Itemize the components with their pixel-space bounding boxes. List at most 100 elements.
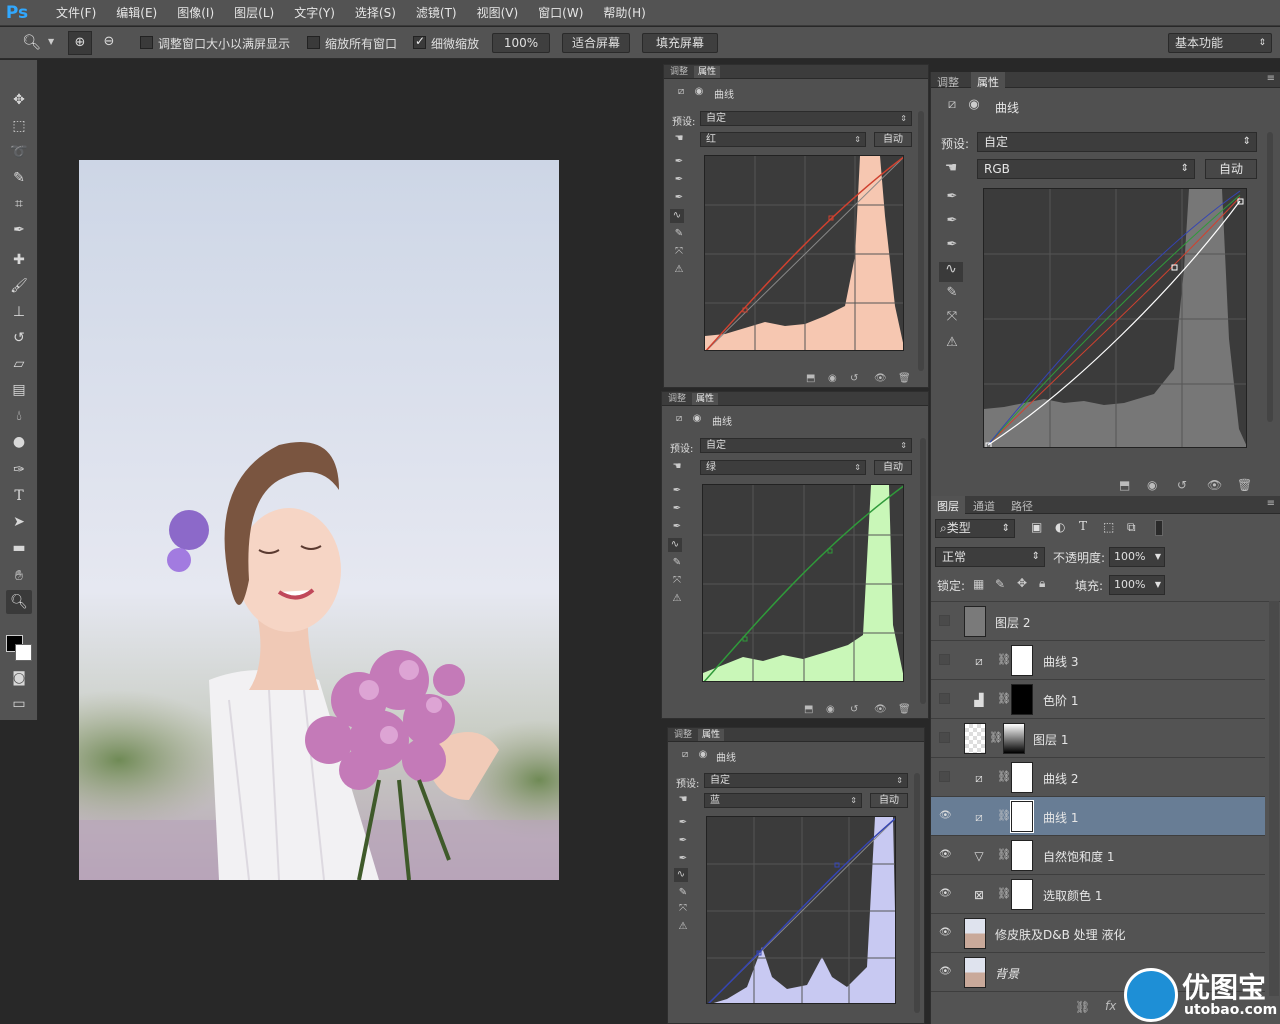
trash-icon[interactable]: 🗑︎ — [898, 704, 911, 715]
pen-tool-icon[interactable]: ✑ — [6, 458, 32, 482]
scrollbar[interactable] — [918, 111, 924, 371]
preset-select[interactable]: 自定 ⇕ — [704, 773, 908, 788]
quick-mask-icon[interactable]: ◙ — [6, 666, 32, 690]
marquee-tool-icon[interactable]: ⬚ — [6, 114, 32, 138]
curve-graph-rgb[interactable] — [983, 188, 1247, 448]
filter-toggle-icon[interactable] — [1155, 520, 1163, 536]
smooth-icon[interactable]: ⤧ — [943, 310, 961, 328]
auto-button[interactable]: 自动 — [870, 793, 908, 808]
view-previous-icon[interactable]: ◉ — [826, 704, 835, 715]
view-previous-icon[interactable]: ◉ — [1147, 478, 1157, 492]
zoom-tool-icon[interactable]: 🔍︎ — [6, 590, 32, 614]
visibility-toggle[interactable] — [939, 615, 950, 626]
visibility-eye-icon[interactable]: 👁︎ — [939, 967, 952, 977]
curve-graph-red[interactable] — [704, 155, 904, 351]
channel-select[interactable]: 蓝 ⇕ — [704, 793, 862, 808]
opacity-field[interactable]: 100% ▼ — [1109, 547, 1165, 567]
eyedropper-black-icon[interactable]: ✒ — [670, 484, 684, 498]
smooth-icon[interactable]: ⤧ — [676, 902, 690, 916]
path-select-tool-icon[interactable]: ➤ — [6, 510, 32, 534]
visibility-toggle[interactable] — [939, 732, 950, 743]
background-color-swatch[interactable] — [15, 644, 32, 661]
workspace-select[interactable]: 基本功能 ⇕ — [1168, 33, 1272, 53]
menu-edit[interactable]: 编辑(E) — [106, 0, 167, 26]
smooth-icon[interactable]: ⤧ — [670, 574, 684, 588]
auto-button[interactable]: 自动 — [874, 460, 912, 475]
layer-row[interactable]: 👁︎ ▽ ⛓ 自然饱和度 1 — [931, 836, 1265, 875]
channel-select[interactable]: 红 ⇕ — [700, 132, 866, 147]
type-tool-icon[interactable]: T — [6, 484, 32, 508]
eyedropper-black-icon[interactable]: ✒ — [943, 190, 961, 208]
chevron-down-icon[interactable]: ▼ — [48, 37, 54, 46]
curve-edit-icon[interactable]: ∿ — [939, 262, 963, 282]
zoom-all-checkbox[interactable] — [307, 36, 320, 49]
fit-screen-button[interactable]: 适合屏幕 — [562, 33, 630, 53]
eyedropper-gray-icon[interactable]: ✒ — [943, 214, 961, 232]
lasso-tool-icon[interactable]: ➰ — [6, 140, 32, 164]
layer-row[interactable]: ⧄ ⛓ 曲线 3 — [931, 641, 1265, 680]
layer-row-selected[interactable]: 👁︎ ⧄ ⛓ 曲线 1 — [931, 797, 1265, 836]
visibility-toggle[interactable] — [939, 693, 950, 704]
clip-to-layer-icon[interactable]: ⬒ — [1119, 478, 1130, 492]
zoom-tool-icon[interactable]: 🔍︎ — [22, 33, 41, 51]
reset-icon[interactable]: ↺ — [1177, 478, 1187, 492]
target-adjust-icon[interactable]: ☚ — [670, 460, 684, 474]
scrollbar[interactable] — [1267, 132, 1273, 422]
layer-row[interactable]: 👁︎ 修皮肤及D&B 处理 液化 — [931, 914, 1265, 953]
lock-transparent-icon[interactable]: ▦ — [973, 577, 984, 591]
layer-row[interactable]: ⧄ ⛓ 曲线 2 — [931, 758, 1265, 797]
pencil-icon[interactable]: ✎ — [943, 286, 961, 304]
curve-edit-icon[interactable]: ∿ — [670, 209, 684, 223]
resize-windows-checkbox[interactable] — [140, 36, 153, 49]
tab-paths[interactable]: 路径 — [1011, 498, 1033, 514]
trash-icon[interactable]: 🗑︎ — [1237, 478, 1252, 492]
document-canvas[interactable] — [79, 160, 559, 880]
auto-button[interactable]: 自动 — [874, 132, 912, 147]
brush-tool-icon[interactable]: 🖌︎ — [6, 274, 32, 298]
reset-icon[interactable]: ↺ — [850, 373, 858, 384]
tab-layers[interactable]: 图层 — [931, 496, 965, 516]
eyedropper-gray-icon[interactable]: ✒ — [676, 834, 690, 848]
zoom-100-button[interactable]: 100% — [492, 33, 550, 53]
visibility-eye-icon[interactable]: 👁︎ — [874, 704, 887, 715]
eyedropper-white-icon[interactable]: ✒ — [676, 852, 690, 866]
kind-filter-select[interactable]: ⌕类型 ⇕ — [935, 519, 1015, 538]
pencil-icon[interactable]: ✎ — [672, 227, 686, 241]
auto-button[interactable]: 自动 — [1205, 159, 1257, 179]
menu-image[interactable]: 图像(I) — [167, 0, 224, 26]
curve-edit-icon[interactable]: ∿ — [674, 868, 688, 882]
menu-file[interactable]: 文件(F) — [46, 0, 106, 26]
eyedropper-tool-icon[interactable]: ✒ — [6, 218, 32, 242]
healing-brush-tool-icon[interactable]: ✚ — [6, 248, 32, 272]
reset-icon[interactable]: ↺ — [850, 704, 858, 715]
clipping-warning-icon[interactable]: ⚠ — [943, 336, 961, 354]
menu-type[interactable]: 文字(Y) — [284, 0, 345, 26]
blur-tool-icon[interactable]: 💧︎ — [6, 404, 32, 428]
zoom-in-icon[interactable]: ⊕ — [68, 31, 92, 55]
curve-edit-icon[interactable]: ∿ — [668, 538, 682, 552]
quick-select-tool-icon[interactable]: ✎ — [6, 166, 32, 190]
tab-adjustments[interactable]: 调整 — [666, 66, 692, 78]
curve-graph-blue[interactable] — [706, 816, 896, 1004]
lock-image-icon[interactable]: ✎ — [995, 577, 1005, 591]
panel-menu-icon[interactable]: ≡ — [1267, 498, 1275, 509]
visibility-toggle[interactable] — [939, 654, 950, 665]
layer-row[interactable]: 图层 2 — [931, 602, 1265, 641]
tab-properties[interactable]: 属性 — [694, 66, 721, 78]
trash-icon[interactable]: 🗑︎ — [898, 373, 911, 384]
scrubby-zoom-checkbox[interactable] — [413, 34, 426, 49]
channel-select[interactable]: RGB ⇕ — [977, 159, 1195, 179]
tab-adjustments[interactable]: 调整 — [664, 393, 690, 405]
visibility-eye-icon[interactable]: 👁︎ — [939, 811, 952, 821]
type-filter-icon[interactable]: T — [1079, 519, 1087, 533]
eyedropper-white-icon[interactable]: ✒ — [943, 238, 961, 256]
rectangle-tool-icon[interactable]: ▬ — [6, 536, 32, 560]
scrollbar[interactable] — [920, 438, 926, 704]
preset-select[interactable]: 自定 ⇕ — [700, 438, 912, 453]
pencil-icon[interactable]: ✎ — [670, 556, 684, 570]
menu-view[interactable]: 视图(V) — [467, 0, 529, 26]
eyedropper-gray-icon[interactable]: ✒ — [672, 173, 686, 187]
tab-channels[interactable]: 通道 — [973, 498, 995, 514]
eyedropper-black-icon[interactable]: ✒ — [672, 155, 686, 169]
curve-graph-green[interactable] — [702, 484, 904, 682]
